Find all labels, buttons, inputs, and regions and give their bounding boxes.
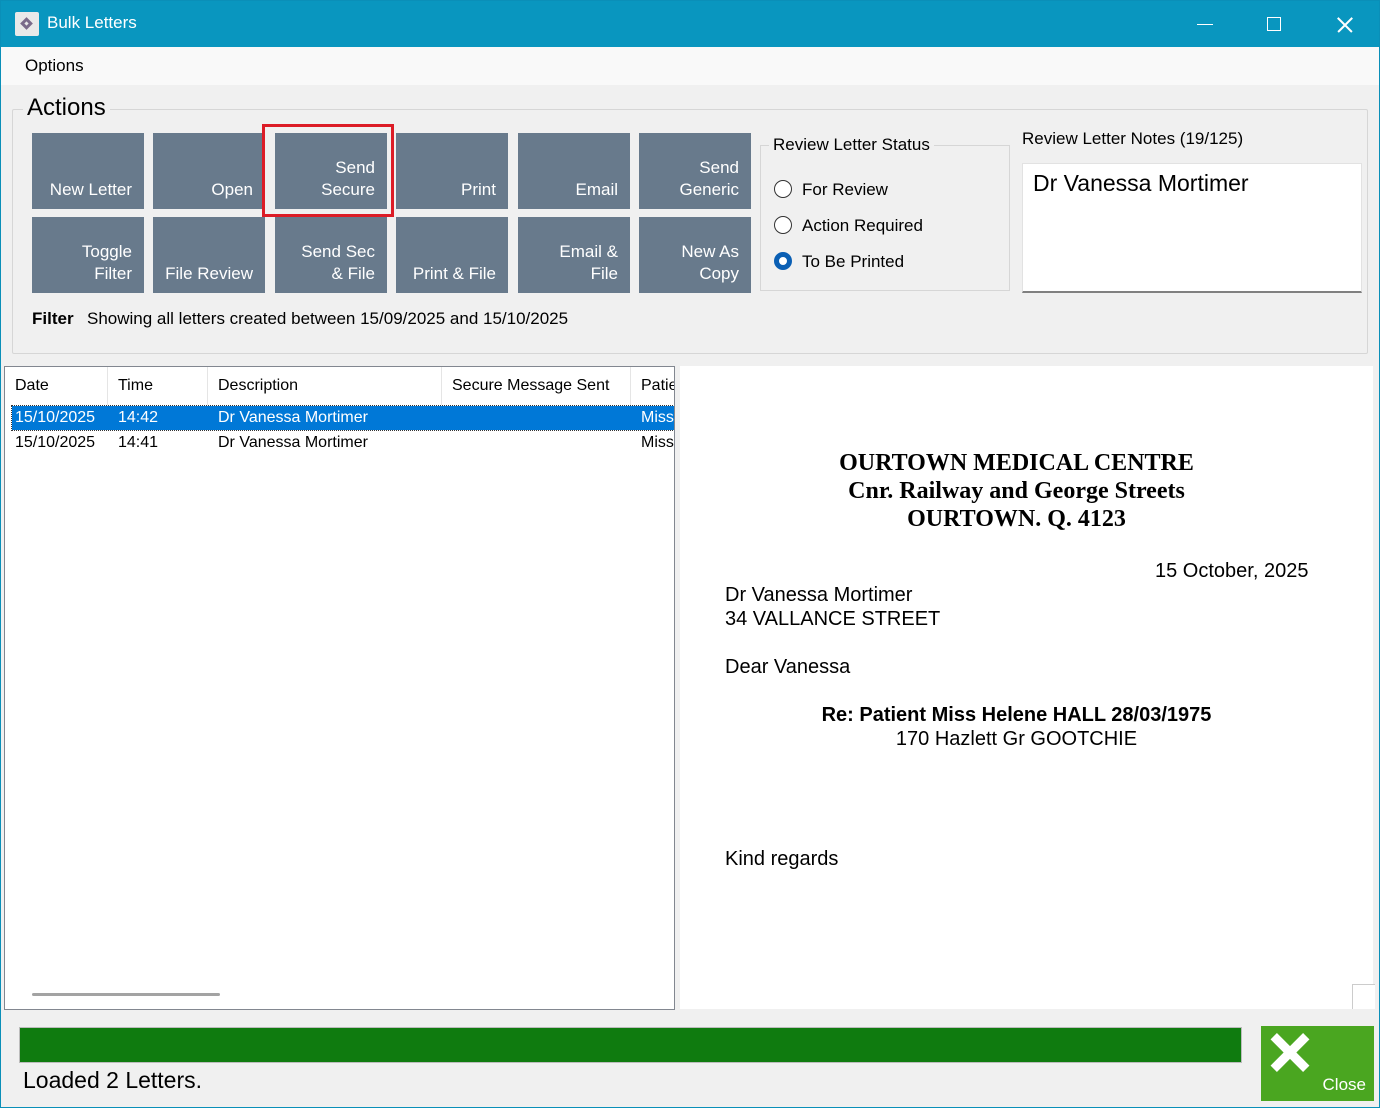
radio-icon — [774, 216, 792, 234]
cell-patient: Miss — [641, 409, 674, 426]
notes-title: Review Letter Notes (19/125) — [1022, 129, 1244, 148]
progress-bar — [19, 1027, 1242, 1063]
send-sec-and-file-button[interactable]: Send Sec & File — [275, 217, 387, 293]
cell-date: 15/10/2025 — [15, 434, 96, 451]
letterhead-line: Cnr. Railway and George Streets — [848, 478, 1185, 504]
recipient-name: Dr Vanessa Mortimer — [725, 584, 913, 606]
letter-date: 15 October, 2025 — [1155, 560, 1309, 582]
cell-time: 14:42 — [118, 409, 159, 426]
maximize-icon[interactable] — [1239, 1, 1309, 47]
re-address: 170 Hazlett Gr GOOTCHIE — [895, 728, 1138, 750]
letterhead-line: OURTOWN. Q. 4123 — [907, 506, 1126, 532]
review-notes-textarea[interactable]: Dr Vanessa Mortimer — [1022, 163, 1362, 293]
filter-text: Showing all letters created between 15/0… — [87, 309, 569, 328]
email-button[interactable]: Email — [518, 133, 630, 209]
signoff: Kind regards — [725, 848, 839, 870]
close-button[interactable]: Close — [1261, 1026, 1374, 1101]
recipient-address: 34 VALLANCE STREET — [725, 608, 941, 630]
file-review-button[interactable]: File Review — [153, 217, 265, 293]
cell-date: 15/10/2025 — [15, 409, 96, 426]
review-status-title: Review Letter Status — [769, 135, 934, 155]
menu-bar: Options — [1, 47, 1379, 85]
column-header-time[interactable]: Time — [108, 367, 208, 405]
letterhead: OURTOWN MEDICAL CENTRE Cnr. Railway and … — [680, 449, 1353, 533]
cell-description: Dr Vanessa Mortimer — [218, 434, 368, 451]
close-label: Close — [1322, 1075, 1366, 1094]
radio-checked-icon — [774, 252, 792, 270]
print-button[interactable]: Print — [396, 133, 508, 209]
send-generic-button[interactable]: Send Generic — [639, 133, 751, 209]
bulk-letters-window: Bulk Letters Options Actions New Letter … — [0, 0, 1380, 1108]
column-header-patient[interactable]: Patie — [631, 367, 674, 405]
letterhead-line: OURTOWN MEDICAL CENTRE — [839, 450, 1194, 476]
salutation: Dear Vanessa — [725, 656, 851, 678]
send-secure-highlight — [262, 124, 394, 217]
column-header-description[interactable]: Description — [208, 367, 442, 405]
re-line: Re: Patient Miss Helene HALL 28/03/1975 — [821, 704, 1212, 726]
horizontal-scrollbar-thumb[interactable] — [32, 993, 220, 996]
radio-icon — [774, 180, 792, 198]
new-as-copy-button[interactable]: New As Copy — [639, 217, 751, 293]
progress-fill — [20, 1028, 1241, 1062]
column-header-secure-message-sent[interactable]: Secure Message Sent — [442, 367, 631, 405]
cell-patient: Miss — [641, 434, 674, 451]
print-and-file-button[interactable]: Print & File — [396, 217, 508, 293]
email-and-file-button[interactable]: Email & File — [518, 217, 630, 293]
filter-label: Filter — [32, 309, 74, 328]
close-x-icon — [1267, 1030, 1311, 1074]
window-title: Bulk Letters — [47, 13, 137, 32]
cell-description: Dr Vanessa Mortimer — [218, 409, 368, 426]
cell-time: 14:41 — [118, 434, 159, 451]
new-letter-button[interactable]: New Letter — [32, 133, 144, 209]
toggle-filter-button[interactable]: Toggle Filter — [32, 217, 144, 293]
status-text: Loaded 2 Letters. — [23, 1067, 203, 1093]
column-header-date[interactable]: Date — [5, 367, 108, 405]
table-row[interactable]: 15/10/2025 14:42 Dr Vanessa Mortimer Mis… — [11, 405, 674, 431]
menu-options[interactable]: Options — [15, 55, 94, 77]
open-button[interactable]: Open — [153, 133, 265, 209]
letters-list[interactable]: Date Time Description Secure Message Sen… — [4, 366, 675, 1010]
actions-label: Actions — [23, 94, 110, 122]
preview-resize-corner — [1352, 984, 1375, 1009]
minimize-icon[interactable] — [1169, 1, 1239, 47]
close-window-icon[interactable] — [1309, 1, 1379, 47]
app-icon — [15, 12, 39, 36]
title-bar: Bulk Letters — [1, 1, 1379, 47]
table-row[interactable]: 15/10/2025 14:41 Dr Vanessa Mortimer Mis… — [12, 431, 674, 455]
